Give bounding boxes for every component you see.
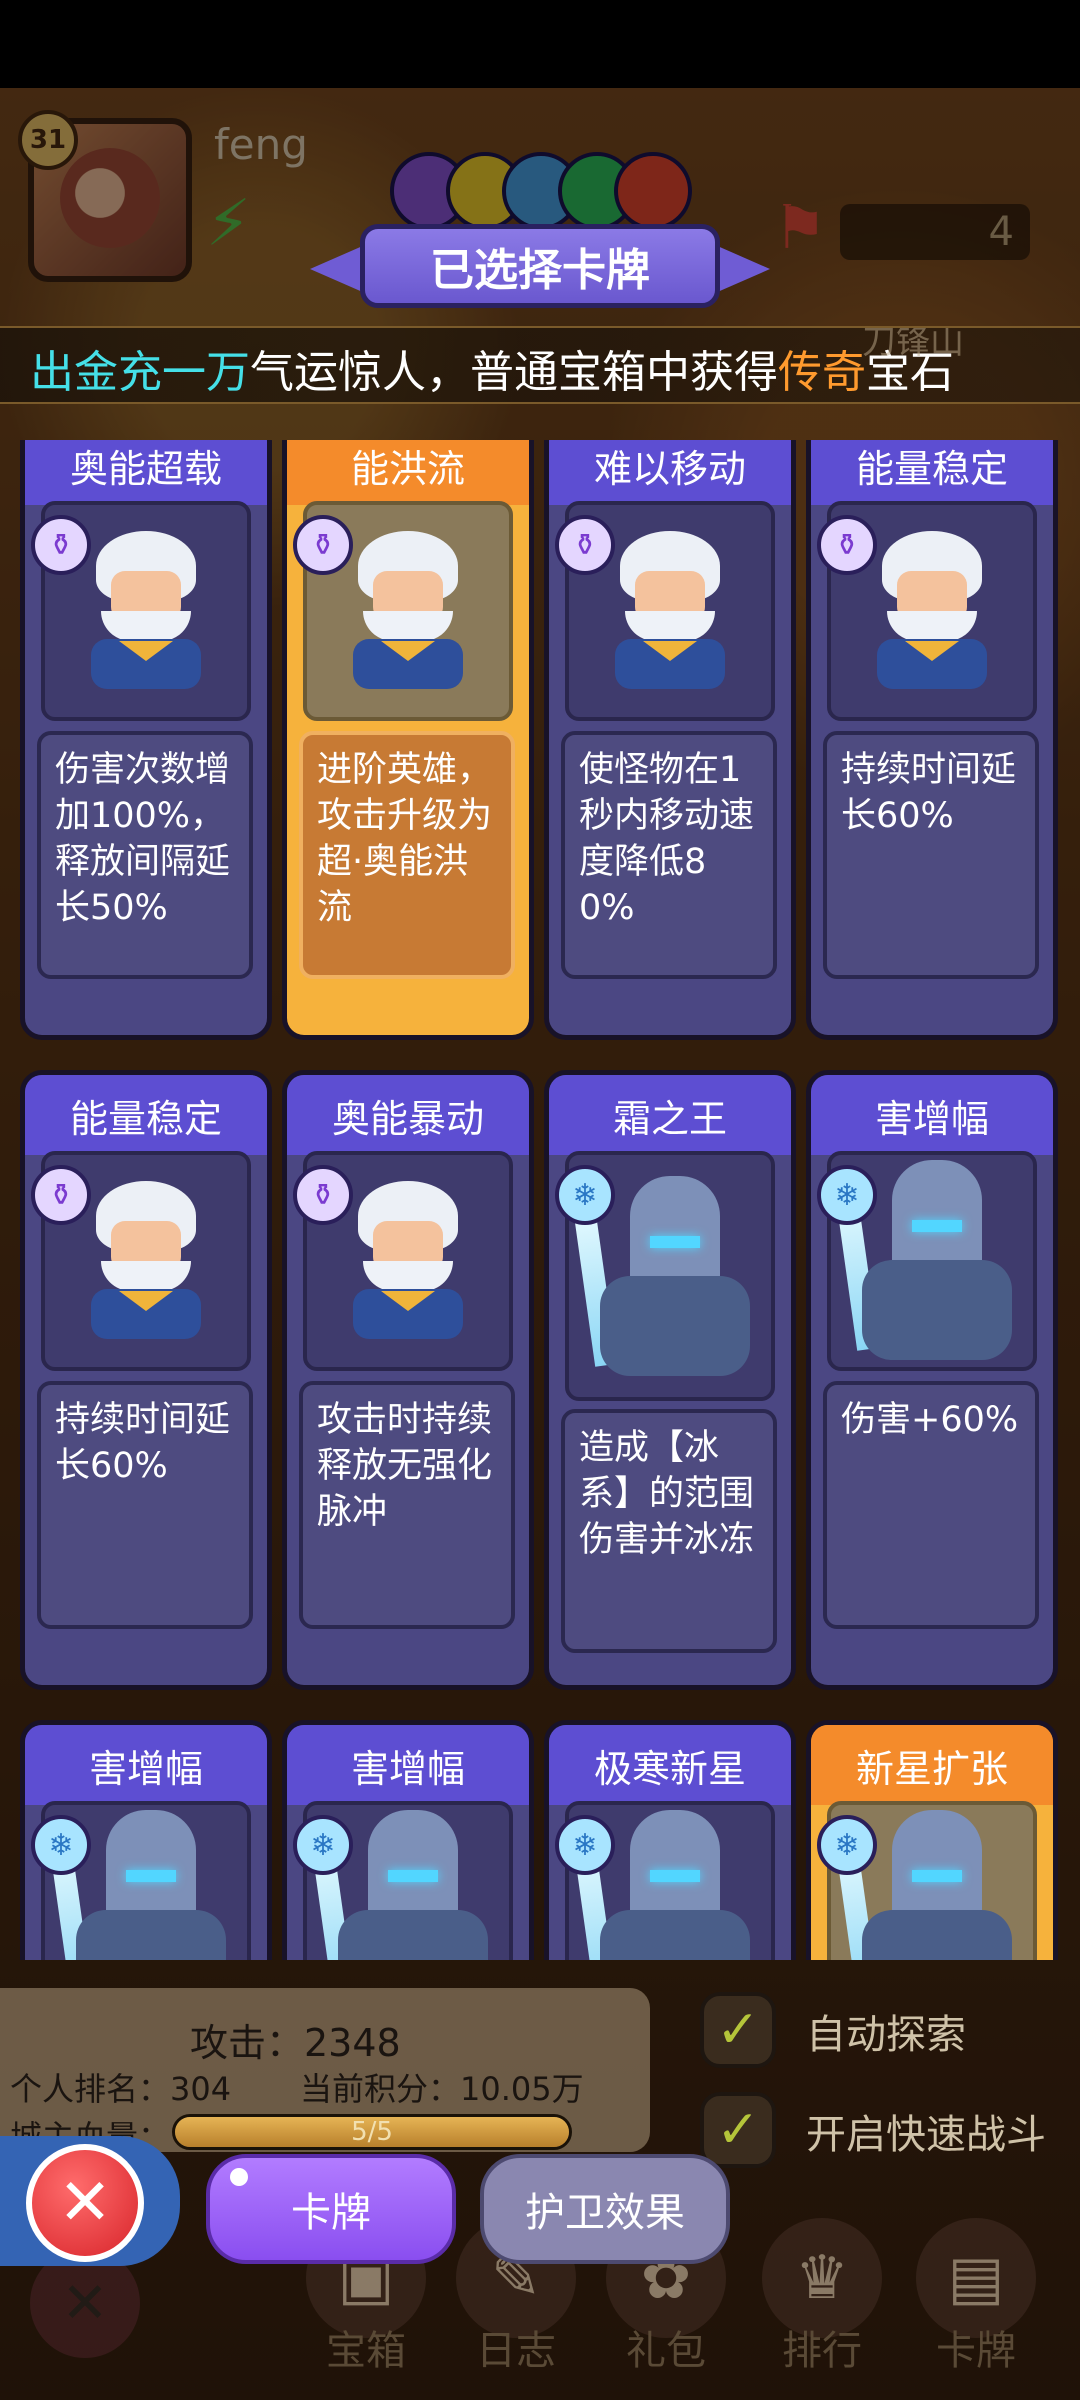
- announcement-marquee: 出金充一万气运惊人，普通宝箱中获得传奇宝石 刀锋山: [0, 326, 1080, 404]
- tab-guard-label: 护卫效果: [525, 2190, 685, 2236]
- rarity-icon-ice: ❄: [31, 1815, 91, 1875]
- card-description: 伤害次数增加100%，释放间隔延长50%: [37, 731, 253, 979]
- nav-label: 礼包: [626, 2328, 706, 2374]
- card-3[interactable]: 难以移动 ⚱ 使怪物在1秒内移动速度降低80%: [544, 440, 796, 1040]
- rarity-icon-epic: ⚱: [293, 1165, 353, 1225]
- marquee-location: 刀锋山: [862, 326, 964, 362]
- rarity-icon-ice: ❄: [817, 1165, 877, 1225]
- status-bar: [0, 0, 1080, 88]
- card-grid: 奥能超载 ⚱ 伤害次数增加100%，释放间隔延长50% 能洪流 ⚱ 进阶英雄，攻…: [0, 440, 1080, 1960]
- rarity-icon-epic: ⚱: [31, 1165, 91, 1225]
- card-title: 能洪流: [287, 440, 529, 505]
- marquee-text: 出金充一万气运惊人，普通宝箱中获得传奇宝石: [30, 336, 954, 400]
- tab-cards[interactable]: 卡牌: [206, 2154, 456, 2264]
- checkmark-icon[interactable]: ✓: [700, 1992, 776, 2068]
- title-ribbon: 已选择卡牌: [310, 224, 770, 308]
- card-12-selected[interactable]: 新星扩张 ❄: [806, 1720, 1058, 1960]
- rarity-icon-ice: ❄: [817, 1815, 877, 1875]
- card-description: 持续时间延长60%: [37, 1381, 253, 1629]
- hp-text: 5/5: [351, 2117, 393, 2147]
- lord-hp-bar: 5/5: [172, 2114, 572, 2150]
- marquee-part-3: 传奇: [778, 347, 866, 398]
- card-title: 霜之王: [549, 1075, 791, 1155]
- rarity-icon-epic: ⚱: [555, 515, 615, 575]
- rarity-icon-epic: ⚱: [293, 515, 353, 575]
- nav-label: 排行: [782, 2328, 862, 2374]
- rarity-icon-ice: ❄: [293, 1815, 353, 1875]
- rarity-icon-epic: ⚱: [817, 515, 877, 575]
- card-title: 极寒新星: [549, 1725, 791, 1805]
- card-4[interactable]: 能量稳定 ⚱ 持续时间延长60%: [806, 440, 1058, 1040]
- card-7[interactable]: 霜之王 ❄ 造成【冰系】的范围伤害并冰冻: [544, 1070, 796, 1690]
- attack-stat: 攻击：2348: [190, 2021, 401, 2065]
- card-title: 奥能暴动: [287, 1075, 529, 1155]
- nav-label: 日志: [476, 2328, 556, 2374]
- card-5[interactable]: 能量稳定 ⚱ 持续时间延长60%: [20, 1070, 272, 1690]
- marquee-part-1: 出金充一万: [30, 347, 250, 398]
- card-title: 能量稳定: [811, 440, 1053, 505]
- card-11[interactable]: 极寒新星 ❄: [544, 1720, 796, 1960]
- tab-cards-label: 卡牌: [291, 2190, 371, 2236]
- close-button[interactable]: ✕: [26, 2144, 144, 2262]
- current-score: 当前积分：10.05万: [300, 2070, 584, 2108]
- card-1[interactable]: 奥能超载 ⚱ 伤害次数增加100%，释放间隔延长50%: [20, 440, 272, 1040]
- card-8[interactable]: 害增幅 ❄ 伤害+60%: [806, 1070, 1058, 1690]
- fast-battle-toggle[interactable]: ✓ 开启快速战斗: [700, 2092, 1080, 2172]
- card-title: 能量稳定: [25, 1075, 267, 1155]
- rarity-icon-ice: ❄: [555, 1815, 615, 1875]
- card-10[interactable]: 害增幅 ❄: [282, 1720, 534, 1960]
- nav-label: 宝箱: [326, 2328, 406, 2374]
- nav-label: 卡牌: [936, 2328, 1016, 2374]
- card-title: 害增幅: [287, 1725, 529, 1805]
- auto-explore-label: 自动探索: [806, 2012, 966, 2058]
- marquee-part-2: 气运惊人，普通宝箱中获得: [250, 347, 778, 398]
- card-title: 奥能超载: [25, 440, 267, 505]
- card-6[interactable]: 奥能暴动 ⚱ 攻击时持续释放无强化脉冲: [282, 1070, 534, 1690]
- card-description: 使怪物在1秒内移动速度降低80%: [561, 731, 777, 979]
- card-2-selected[interactable]: 能洪流 ⚱ 进阶英雄，攻击升级为超·奥能洪流: [282, 440, 534, 1040]
- card-description: 进阶英雄，攻击升级为超·奥能洪流: [299, 731, 515, 979]
- card-description: 持续时间延长60%: [823, 731, 1039, 979]
- card-description: 攻击时持续释放无强化脉冲: [299, 1381, 515, 1629]
- fast-battle-label: 开启快速战斗: [806, 2112, 1046, 2158]
- card-title: 难以移动: [549, 440, 791, 505]
- card-title: 新星扩张: [811, 1725, 1053, 1805]
- card-title: 害增幅: [811, 1075, 1053, 1155]
- card-title: 害增幅: [25, 1725, 267, 1805]
- rarity-icon-ice: ❄: [555, 1165, 615, 1225]
- nav-cards[interactable]: ▤ 卡牌: [906, 2218, 1046, 2388]
- active-dot-icon: [230, 2168, 248, 2186]
- nav-ranking[interactable]: ♛ 排行: [752, 2218, 892, 2388]
- checkmark-icon[interactable]: ✓: [700, 2092, 776, 2168]
- personal-rank: 个人排名：304: [10, 2070, 232, 2108]
- rarity-icon-epic: ⚱: [31, 515, 91, 575]
- close-icon: ✕: [58, 2166, 112, 2240]
- card-description: 造成【冰系】的范围伤害并冰冻: [561, 1409, 777, 1653]
- tab-guard-effect[interactable]: 护卫效果: [480, 2154, 730, 2264]
- page-title: 已选择卡牌: [360, 224, 720, 308]
- card-description: 伤害+60%: [823, 1381, 1039, 1629]
- auto-explore-toggle[interactable]: ✓ 自动探索: [700, 1992, 1080, 2072]
- card-9[interactable]: 害增幅 ❄: [20, 1720, 272, 1960]
